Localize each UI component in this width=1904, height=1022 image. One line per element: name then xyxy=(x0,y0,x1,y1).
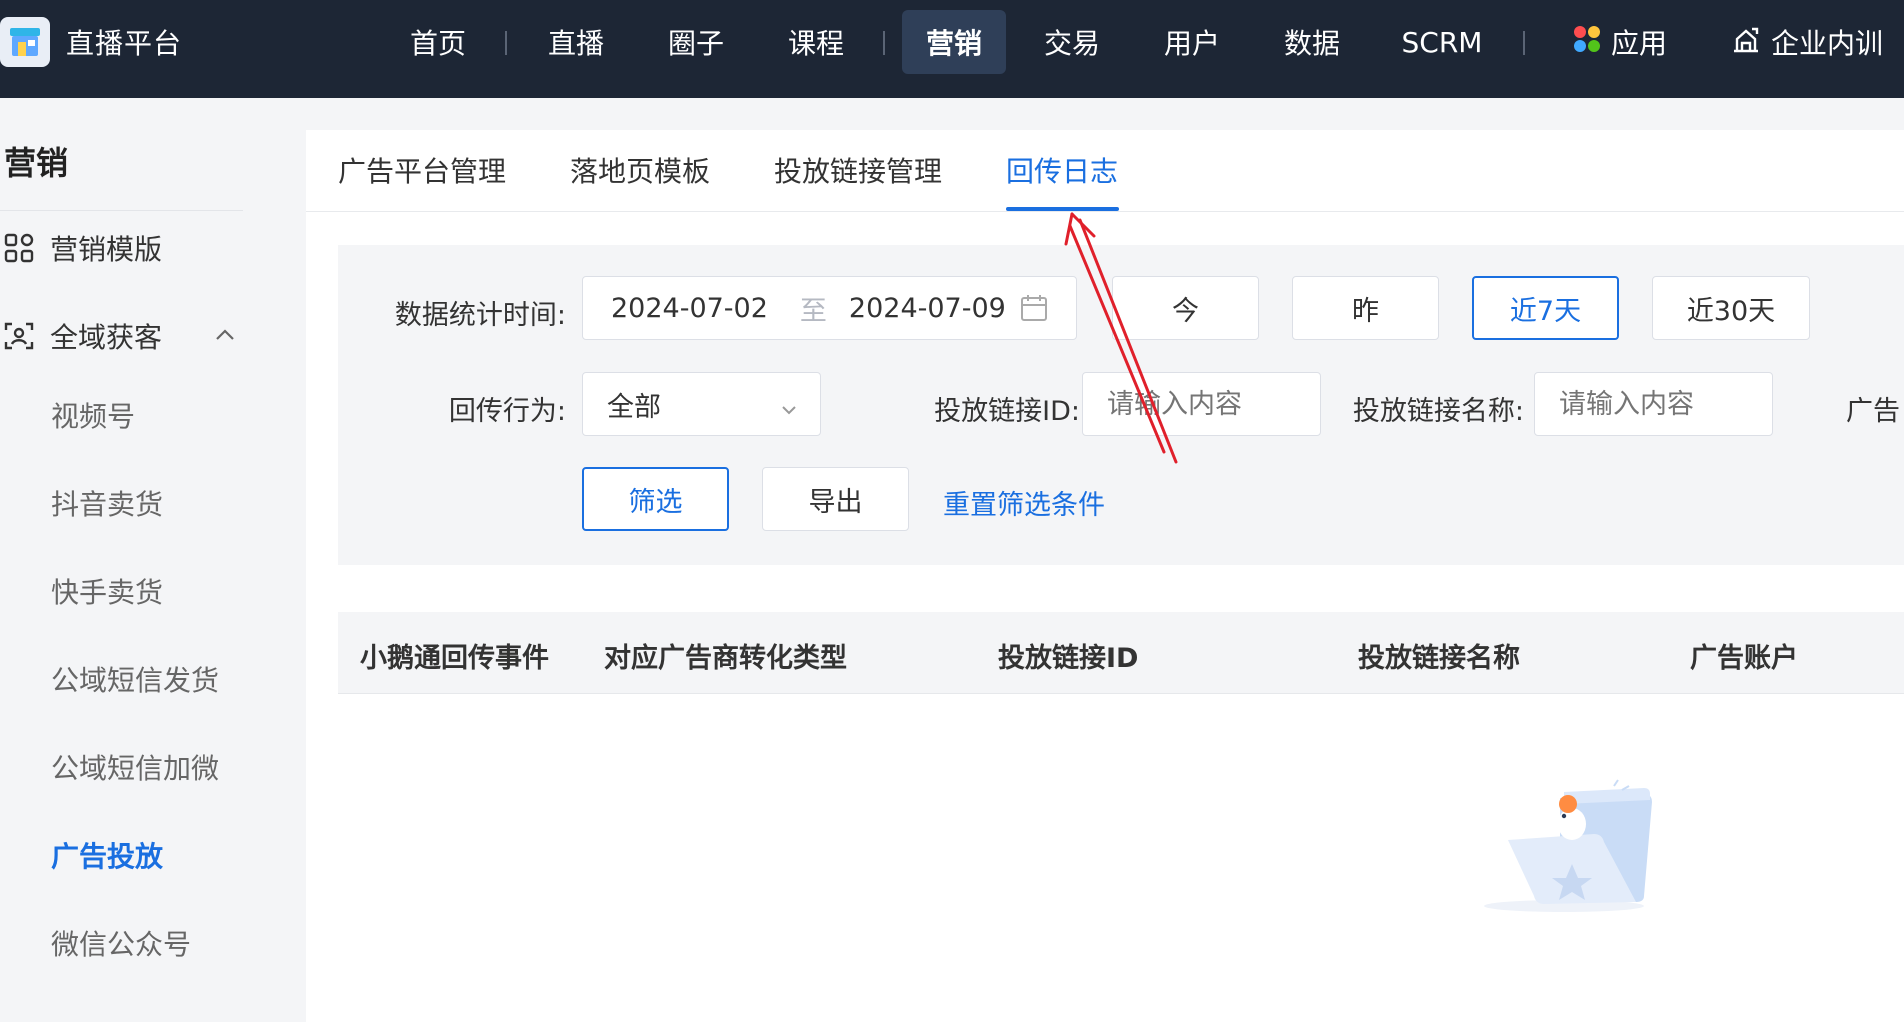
grid-apps-icon xyxy=(4,233,34,263)
shop-logo-icon xyxy=(0,17,50,67)
nav-data[interactable]: 数据 xyxy=(1266,10,1358,74)
quick-today-button[interactable]: 今 xyxy=(1112,276,1259,340)
link-name-label: 投放链接名称: xyxy=(1352,396,1524,427)
nav-apps[interactable]: 应用 xyxy=(1560,10,1680,74)
brand-name: 直播平台 xyxy=(66,27,183,60)
nav-live[interactable]: 直播 xyxy=(530,10,622,74)
column-header: 投放链接ID xyxy=(998,643,1139,674)
date-range-separator: 至 xyxy=(799,295,827,327)
sidebar-subitem-kuaishou-sales[interactable]: 快手卖货 xyxy=(51,571,163,611)
nav-separator xyxy=(883,31,885,55)
nav-apps-label: 应用 xyxy=(1610,27,1667,60)
date-start: 2024-07-02 xyxy=(611,292,768,324)
date-end: 2024-07-09 xyxy=(848,292,1006,324)
tab-link-management[interactable]: 投放链接管理 xyxy=(774,150,942,212)
link-name-input[interactable] xyxy=(1534,372,1773,436)
sidebar-subitem-sms-wechat[interactable]: 公域短信加微 xyxy=(51,747,219,787)
quick-yesterday-button[interactable]: 昨 xyxy=(1292,276,1439,340)
tab-callback-log[interactable]: 回传日志 xyxy=(1006,150,1118,212)
callback-behavior-label: 回传行为: xyxy=(448,396,566,427)
chevron-up-icon xyxy=(214,320,236,353)
nav-enterprise-training-label: 企业内训 xyxy=(1770,27,1883,60)
tab-landing-page-template[interactable]: 落地页模板 xyxy=(570,150,710,212)
link-id-label: 投放链接ID: xyxy=(934,396,1080,427)
brand[interactable]: 直播平台 xyxy=(0,17,182,67)
sidebar-item-label: 全域获客 xyxy=(50,321,163,354)
filter-panel: 数据统计时间: 2024-07-02 至 2024-07-09 今 昨 近7天 … xyxy=(338,245,1904,565)
nav-course[interactable]: 课程 xyxy=(770,10,862,74)
nav-users[interactable]: 用户 xyxy=(1146,10,1238,74)
calendar-icon xyxy=(1020,294,1048,322)
sidebar-item-omni-acquisition[interactable]: 全域获客 xyxy=(0,316,240,356)
sidebar-title: 营销 xyxy=(4,144,69,182)
sidebar-divider xyxy=(0,210,243,211)
callback-behavior-select[interactable]: 全部 xyxy=(582,372,821,436)
quick-30days-button[interactable]: 近30天 xyxy=(1652,276,1810,340)
date-range-picker[interactable]: 2024-07-02 至 2024-07-09 xyxy=(582,276,1077,340)
table-header: 小鹅通回传事件 对应广告商转化类型 投放链接ID 投放链接名称 广告账户 xyxy=(338,612,1904,694)
chevron-down-icon xyxy=(780,395,798,426)
main-panel: 广告平台管理 落地页模板 投放链接管理 回传日志 数据统计时间: 2024-07… xyxy=(306,130,1904,1022)
callback-behavior-value: 全部 xyxy=(607,391,661,423)
sidebar-subitem-channels[interactable]: 视频号 xyxy=(51,395,135,435)
building-chart-icon xyxy=(1731,25,1761,60)
nav-marketing[interactable]: 营销 xyxy=(902,10,1006,74)
nav-home[interactable]: 首页 xyxy=(392,10,484,74)
ad-account-label-partial: 广告 xyxy=(1846,396,1900,427)
column-header: 投放链接名称 xyxy=(1358,643,1520,674)
top-navigation-bar: 直播平台 首页 直播 圈子 课程 营销 交易 用户 数据 SCRM 应用 企业内… xyxy=(0,0,1904,98)
sidebar-subitem-douyin-sales[interactable]: 抖音卖货 xyxy=(51,483,163,523)
sidebar-item-marketing-template[interactable]: 营销模版 xyxy=(0,228,162,268)
column-header: 对应广告商转化类型 xyxy=(604,643,847,674)
time-filter-label: 数据统计时间: xyxy=(394,300,566,331)
link-id-input[interactable] xyxy=(1082,372,1321,436)
export-button[interactable]: 导出 xyxy=(762,467,909,531)
empty-folder-illustration-icon xyxy=(1464,778,1660,914)
column-header: 广告账户 xyxy=(1690,643,1798,674)
nav-scrm[interactable]: SCRM xyxy=(1392,10,1492,74)
reset-filters-link[interactable]: 重置筛选条件 xyxy=(943,483,1105,522)
sidebar-item-label: 营销模版 xyxy=(50,233,163,266)
tab-ad-platform-management[interactable]: 广告平台管理 xyxy=(338,150,506,212)
sidebar-subitem-sms-delivery[interactable]: 公域短信发货 xyxy=(51,659,219,699)
sidebar-subitem-wechat-official[interactable]: 微信公众号 xyxy=(51,923,191,963)
column-header: 小鹅通回传事件 xyxy=(360,643,549,674)
user-scan-icon xyxy=(4,321,34,351)
quick-7days-button[interactable]: 近7天 xyxy=(1472,276,1619,340)
tabs-divider xyxy=(306,211,1904,212)
filter-button[interactable]: 筛选 xyxy=(582,467,729,531)
nav-separator xyxy=(1523,31,1525,55)
nav-circle[interactable]: 圈子 xyxy=(650,10,742,74)
nav-separator xyxy=(505,31,507,55)
nav-trade[interactable]: 交易 xyxy=(1026,10,1118,74)
apps-colorful-icon xyxy=(1573,25,1601,60)
sidebar-subitem-ad-placement[interactable]: 广告投放 xyxy=(51,835,163,875)
nav-enterprise-training[interactable]: 企业内训 xyxy=(1724,10,1890,74)
